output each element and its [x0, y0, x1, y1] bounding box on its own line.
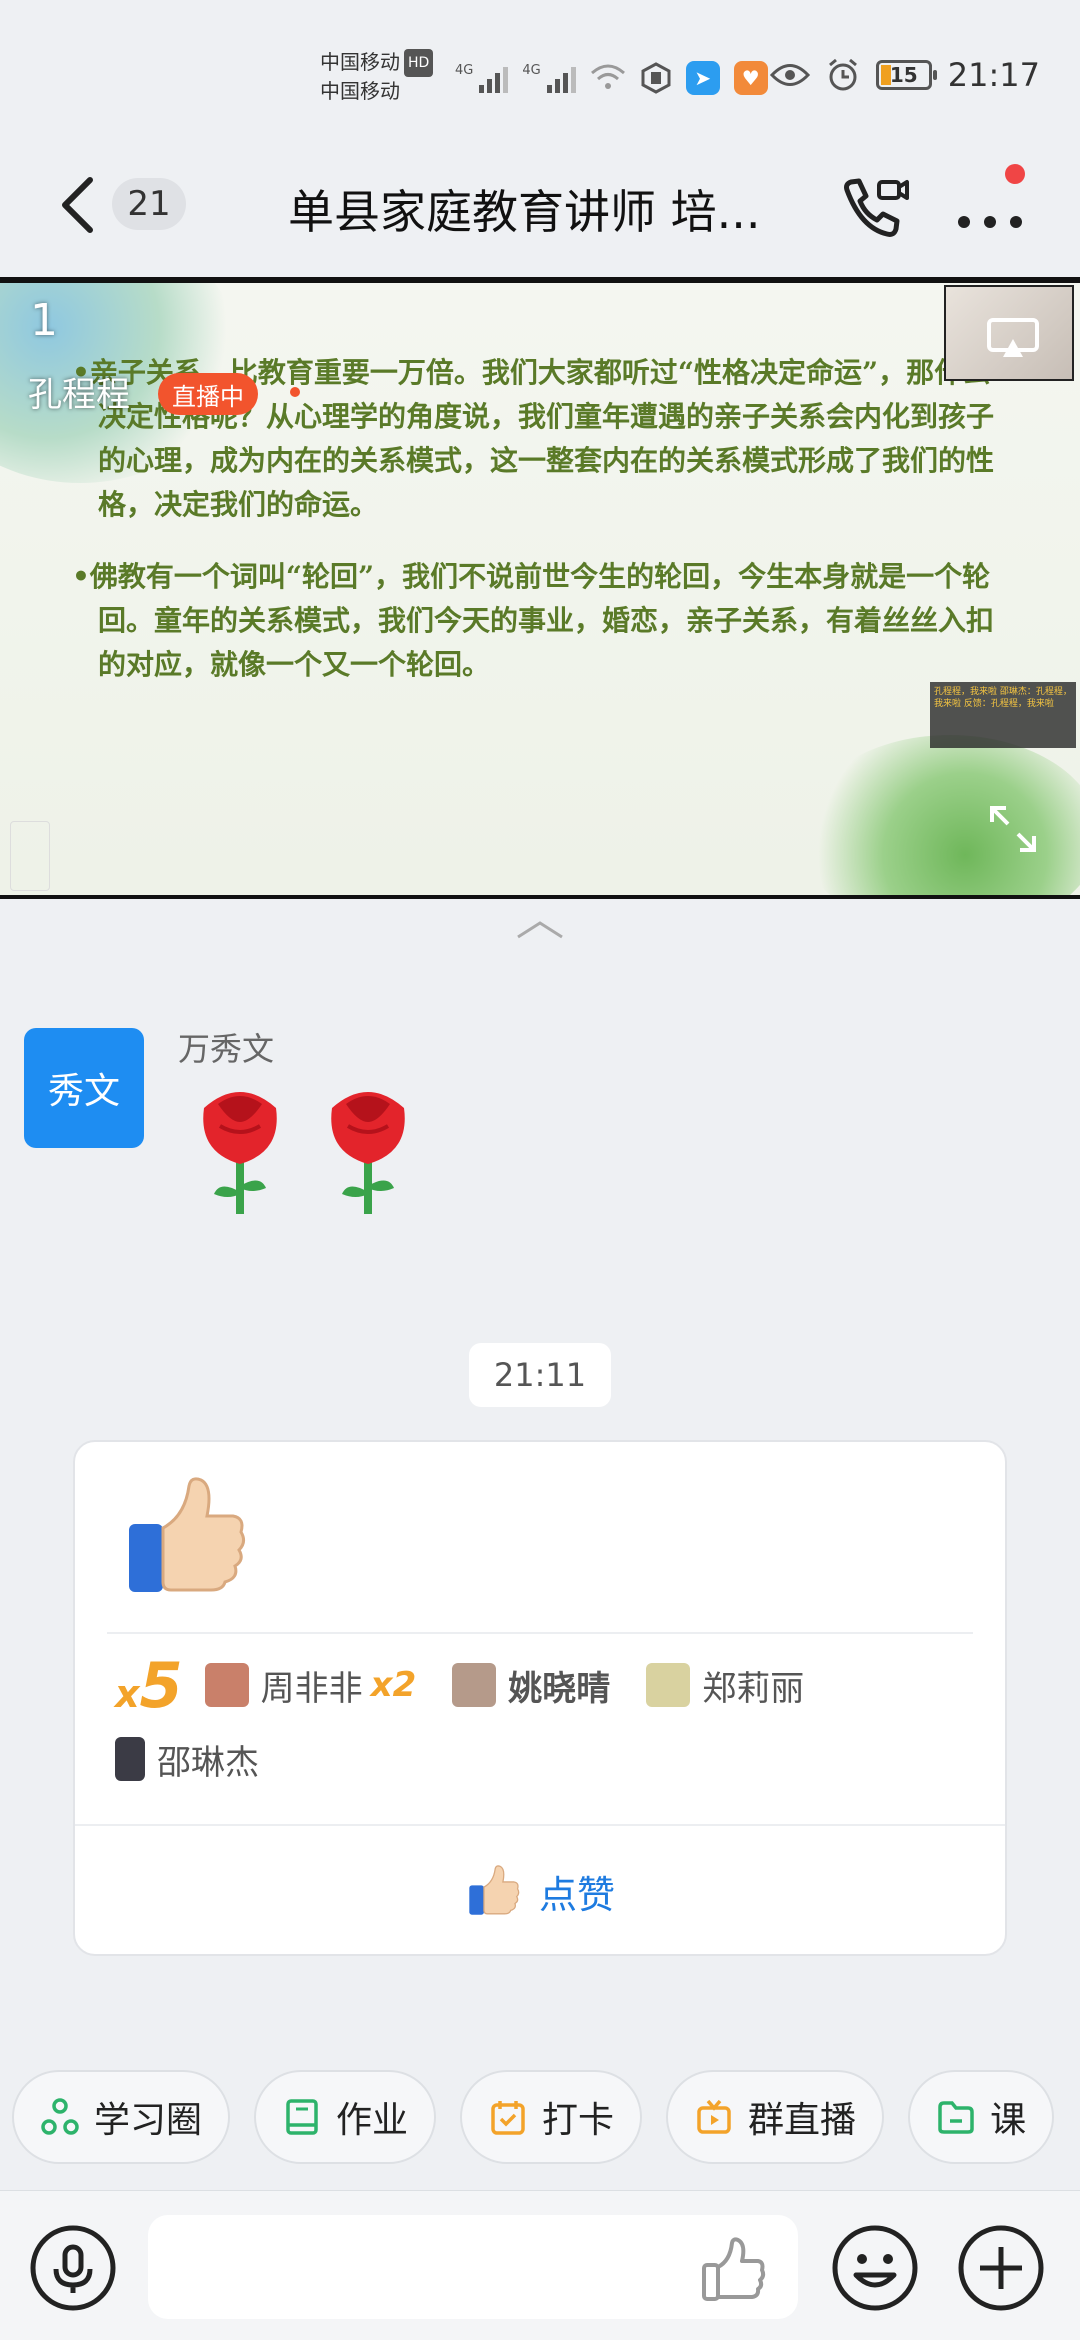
- sender-name: 万秀文: [178, 1030, 275, 1068]
- liker-avatar: [115, 1737, 145, 1781]
- quick-action-homework[interactable]: 作业: [254, 2070, 437, 2164]
- video-call-icon[interactable]: [835, 170, 915, 250]
- liker-name: 姚晓晴: [508, 1668, 611, 1709]
- liker-item[interactable]: 邵琳杰: [115, 1735, 259, 1784]
- message-content[interactable]: [190, 1082, 418, 1218]
- hand-shield-icon: [641, 62, 671, 94]
- live-indicator-dot: [290, 387, 300, 397]
- quick-action-label: 群直播: [748, 2100, 857, 2141]
- screen-share-icon[interactable]: [986, 317, 1040, 361]
- quick-action-label: 作业: [336, 2100, 409, 2141]
- live-chat-overlay: 孔程程，我来啦 邵琳杰：孔程程，我来啦 反馈：孔程程，我来啦: [930, 682, 1076, 748]
- carrier-1: 中国移动: [320, 50, 400, 74]
- live-host-name: 孔程程: [28, 375, 130, 415]
- divider: [107, 1632, 973, 1634]
- status-bar: 中国移动 HD 中国移动 4G 4G ➤ ♥ 15 21:17: [0, 0, 1080, 150]
- avatar[interactable]: 秀文: [24, 1028, 144, 1148]
- emoji-icon[interactable]: [830, 2223, 920, 2313]
- fullscreen-icon[interactable]: [986, 802, 1040, 856]
- add-icon[interactable]: [956, 2223, 1046, 2313]
- quick-actions-bar: 学习圈 作业 打卡 群直播 课: [12, 2070, 1080, 2166]
- input-bar: [0, 2190, 1080, 2340]
- notification-dot: [1005, 164, 1025, 184]
- quick-action-learning-circle[interactable]: 学习圈: [12, 2070, 231, 2164]
- liker-name: 邵琳杰: [157, 1742, 259, 1783]
- clock: 21:17: [947, 56, 1040, 94]
- hd-badge: HD: [404, 49, 434, 77]
- battery-icon: 15: [875, 60, 937, 90]
- slide-controls[interactable]: [10, 821, 50, 891]
- quick-action-course[interactable]: 课: [908, 2070, 1055, 2164]
- slide-paragraph-2: •佛教有一个词叫“轮回”，我们不说前世今生的轮回，今生本身就是一个轮回。童年的关…: [72, 560, 995, 681]
- quick-action-checkin[interactable]: 打卡: [460, 2070, 643, 2164]
- thumbs-up-icon: [129, 1477, 246, 1592]
- wifi-icon: [590, 64, 625, 89]
- message-timestamp: 21:11: [469, 1343, 611, 1407]
- likers-list: x5 周非非 x2 姚晓晴 郑莉丽 邵琳杰: [115, 1648, 975, 1796]
- quick-action-label: 学习圈: [94, 2100, 203, 2141]
- status-icons: 4G 4G ➤ ♥: [455, 58, 768, 98]
- like-button[interactable]: 点赞: [75, 1826, 1005, 1956]
- back-arrow-icon[interactable]: [50, 170, 110, 240]
- liker-name: 周非非: [260, 1668, 363, 1709]
- folder-icon: [938, 2101, 974, 2134]
- group-title[interactable]: 单县家庭教育讲师 培...: [288, 176, 788, 242]
- microphone-icon[interactable]: [28, 2223, 118, 2313]
- like-button-label: 点赞: [538, 1872, 615, 1917]
- chat-header: 21 单县家庭教育讲师 培...: [0, 150, 1080, 280]
- quick-action-group-live[interactable]: 群直播: [666, 2070, 885, 2164]
- rose-icon: [203, 1092, 277, 1214]
- quick-action-label: 打卡: [542, 2100, 615, 2141]
- presentation-slide: •亲子关系，比教育重要一万倍。我们大家都听过“性格决定命运”，那什么决定性格呢？…: [0, 283, 1080, 895]
- status-right: 15 21:17: [769, 56, 1040, 94]
- live-index: 1: [30, 295, 58, 346]
- heart-app-icon: ♥: [733, 61, 768, 95]
- signal-icon-2: 4G: [522, 63, 576, 93]
- liker-item[interactable]: 姚晓晴: [452, 1661, 610, 1710]
- liker-item[interactable]: 周非非 x2: [204, 1661, 417, 1710]
- quick-action-label: 课: [990, 2100, 1027, 2141]
- total-like-multiplier: x5: [115, 1648, 183, 1722]
- liker-avatar: [452, 1663, 497, 1707]
- live-stream-view[interactable]: •亲子关系，比教育重要一万倍。我们大家都听过“性格决定命运”，那什么决定性格呢？…: [0, 277, 1080, 899]
- thumbs-up-icon: [469, 1865, 520, 1915]
- collapse-chevron-icon[interactable]: [510, 915, 570, 945]
- liker-item[interactable]: 郑莉丽: [646, 1661, 804, 1710]
- carrier-info: 中国移动 HD 中国移动: [320, 48, 434, 105]
- like-card: x5 周非非 x2 姚晓晴 郑莉丽 邵琳杰 点赞: [73, 1440, 1007, 1956]
- alarm-icon: [828, 58, 857, 91]
- send-app-icon: ➤: [685, 61, 720, 95]
- carrier-2: 中国移动: [320, 79, 400, 103]
- live-status-badge: 直播中: [158, 373, 258, 415]
- tv-icon: [697, 2099, 731, 2134]
- liker-avatar: [204, 1663, 249, 1707]
- circle-network-icon: [41, 2098, 79, 2135]
- liker-count: x2: [370, 1665, 417, 1705]
- liker-name: 郑莉丽: [702, 1668, 805, 1709]
- signal-icon: 4G: [455, 63, 509, 93]
- book-icon: [286, 2099, 318, 2135]
- calendar-check-icon: [491, 2101, 525, 2135]
- eye-icon: [769, 64, 810, 86]
- rose-icon: [331, 1092, 405, 1214]
- liker-avatar: [646, 1663, 691, 1707]
- unread-count-badge[interactable]: 21: [112, 178, 186, 230]
- thumbs-up-outline-icon[interactable]: [698, 2235, 768, 2305]
